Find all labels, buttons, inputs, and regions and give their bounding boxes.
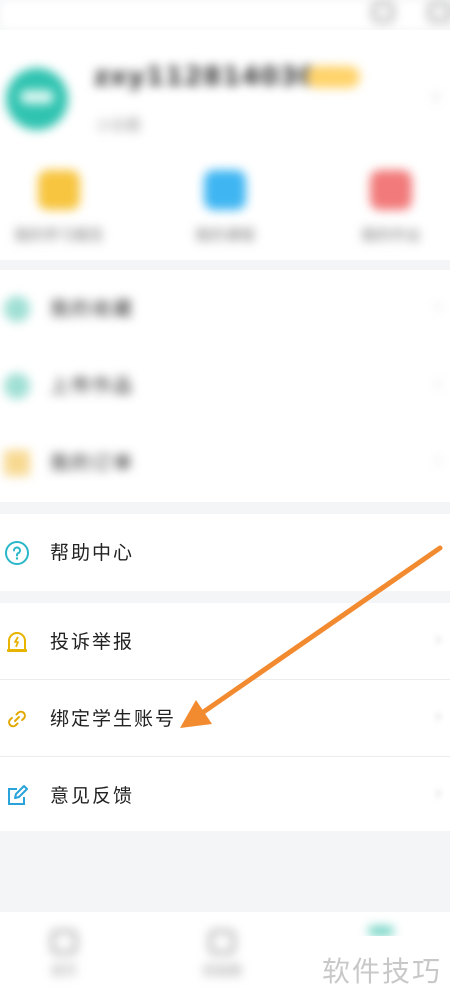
watermark: 软件技巧: [318, 936, 450, 1001]
watermark-text: 软件技巧: [322, 955, 443, 988]
pointer-arrow-icon: [180, 545, 443, 728]
